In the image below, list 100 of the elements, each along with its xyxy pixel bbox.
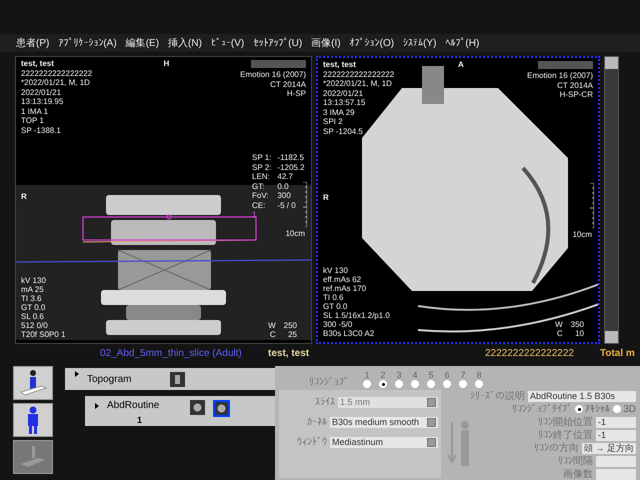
patient-on-table-icon	[18, 368, 48, 398]
patient-info-text: *2022/01/21, M, 1D	[323, 79, 393, 88]
window-value: 25	[287, 330, 297, 339]
acquisition-text: kV 130	[21, 276, 47, 285]
measurement-label: SP 1:	[252, 153, 272, 162]
patient-info-text: SPI 2	[323, 117, 344, 126]
menu-item[interactable]: 患者(P)	[16, 36, 50, 50]
expand-triangle-icon[interactable]	[75, 371, 79, 377]
scrollbar[interactable]	[604, 56, 619, 344]
protocol-name: 02_Abd_5mm_thin_slice (Adult)	[100, 348, 243, 358]
protocol-row[interactable]: AbdRoutine 1	[85, 396, 275, 426]
window-value: 10	[574, 329, 584, 338]
menu-item[interactable]: ｼｽﾃﾑ(Y)	[403, 37, 436, 49]
measurement-value: 0.0	[277, 182, 290, 191]
measurement-value: -5 / 0	[277, 200, 297, 210]
scale-ruler-icon	[303, 182, 307, 227]
acquisition-text: TI 0.6	[323, 293, 344, 302]
field-label: 画像数	[563, 468, 593, 480]
measurement-value: -1205.2	[277, 162, 305, 172]
menu-item[interactable]: 挿入(N)	[168, 36, 202, 50]
patient-info-text: test, test	[323, 60, 357, 70]
series-thumbnail[interactable]	[213, 400, 230, 417]
image-viewport[interactable]	[316, 56, 600, 344]
field-label: ﾘｺﾝ間隔	[558, 455, 593, 468]
measurement-value: 42.7	[277, 172, 294, 182]
input-field[interactable]: -1	[596, 430, 636, 440]
menu-item[interactable]: ｱﾌﾟﾘｹｰｼｮﾝ(A)	[58, 37, 117, 49]
window-value: 250	[284, 321, 297, 330]
acquisition-text: ref.mAs 170	[323, 284, 368, 293]
field-label: ｼﾘｰｽﾞの説明	[470, 390, 525, 403]
measurement-value: -1182.5	[277, 153, 305, 162]
menu-item[interactable]: ﾋﾞｭｰ(V)	[210, 37, 244, 49]
window-value: 350	[570, 320, 584, 329]
window-label: C	[556, 329, 563, 338]
measurement-label: FoV:	[252, 191, 270, 200]
series-number: 1	[137, 415, 142, 425]
patient-info-text: 13:13:57.15	[323, 98, 366, 108]
series-description-field[interactable]: AbdRoutine 1.5 B30s	[528, 390, 636, 402]
scanner-info-text: CT 2014A	[269, 80, 306, 89]
input-field[interactable]: -1	[596, 416, 636, 428]
person-mode-button[interactable]	[12, 403, 52, 437]
scanner-info-text: H-SP	[286, 89, 306, 98]
field-label: ｳｨﾝﾄﾞｳ	[297, 436, 327, 448]
acquisition-text: B30s L3C0 A2	[323, 329, 376, 338]
field-label: ﾘｺﾝｼﾞｮﾌﾞ	[309, 376, 349, 388]
orientation-label: R	[323, 193, 329, 202]
menu-item[interactable]: 画像(I)	[311, 36, 341, 50]
window-label: C	[268, 330, 276, 339]
patient-info-text: 2222222222222222	[21, 68, 92, 78]
patient-info-text: *2022/01/21, M, 1D	[21, 78, 91, 88]
window-dropdown[interactable]: Mediastinum	[330, 436, 438, 448]
acquisition-text: GT 0.0	[323, 302, 348, 311]
measurement-label: CE:	[252, 200, 266, 210]
protocol-row[interactable]: Topogram	[65, 368, 275, 390]
scanner-info-text: CT 2014A	[556, 80, 593, 90]
scale-ruler-icon	[590, 183, 594, 228]
protocol-name-text: Topogram	[87, 374, 132, 384]
patient-info-text: 2222222222222222	[323, 70, 394, 79]
total-mas-label: Total m	[600, 348, 635, 358]
input-field[interactable]: 頭 → 足方向	[582, 442, 636, 454]
field-label: ｽﾗｲｽ	[315, 396, 335, 408]
patient-info-text: 1 IMA 1	[21, 106, 50, 116]
measurement-value: 300	[277, 191, 292, 200]
protocol-name-text: AbdRoutine	[107, 400, 160, 411]
series-thumbnail[interactable]	[170, 372, 185, 386]
patient-name: test, test	[268, 348, 310, 358]
menu-item[interactable]: 編集(E)	[126, 36, 160, 50]
field-label: ｶｰﾈﾙ	[307, 416, 327, 428]
table-mode-button[interactable]	[12, 366, 52, 400]
input-field[interactable]	[596, 456, 636, 466]
acquisition-text: T20f S0P0 1	[21, 330, 66, 339]
patient-info-text: SP -1388.1	[21, 126, 62, 135]
acquisition-text: SL 0.6	[21, 312, 45, 321]
patient-info-text: 2022/01/21	[21, 88, 62, 97]
orientation-label: A	[458, 60, 464, 70]
measurement-label: LEN:	[252, 172, 271, 182]
acquisition-text: 300 -5/0	[323, 320, 354, 329]
patient-info-text: SP -1204.5	[323, 126, 364, 136]
measurement-label: GT:	[252, 182, 266, 191]
menu-item[interactable]: ﾍﾙﾌﾟ(H)	[445, 37, 480, 49]
patient-info-text: 3 IMA 29	[323, 108, 356, 117]
patient-info-text: test, test	[21, 59, 55, 68]
acquisition-text: eff.mAs 62	[323, 275, 362, 284]
input-field[interactable]	[596, 468, 636, 480]
scanner-info-text: H-SP-CR	[558, 90, 593, 100]
patient-info-text: TOP 1	[21, 116, 45, 126]
redacted-block	[251, 60, 306, 68]
series-thumbnail[interactable]	[190, 400, 205, 415]
scanner-info-text: Emotion 16 (2007)	[240, 70, 306, 80]
scanner-info-text: Emotion 16 (2007)	[527, 71, 593, 80]
acquisition-text: mA 25	[21, 285, 45, 294]
acquisition-text: 512 0/0	[21, 321, 49, 330]
window-label: W	[555, 320, 563, 329]
menu-item[interactable]: ｾｯﾄｱｯﾌﾟ(U)	[253, 37, 302, 49]
expand-triangle-icon[interactable]	[95, 403, 99, 409]
kernel-dropdown[interactable]: B30s medium smooth	[330, 416, 438, 428]
menu-item[interactable]: ｵﾌﾟｼｮﾝ(O)	[350, 37, 394, 49]
field-label: ﾘｺﾝの方向	[534, 442, 579, 455]
acquisition-text: SL 1.5/16x1.2/p1.0	[323, 311, 390, 320]
image-viewport[interactable]	[15, 56, 312, 344]
